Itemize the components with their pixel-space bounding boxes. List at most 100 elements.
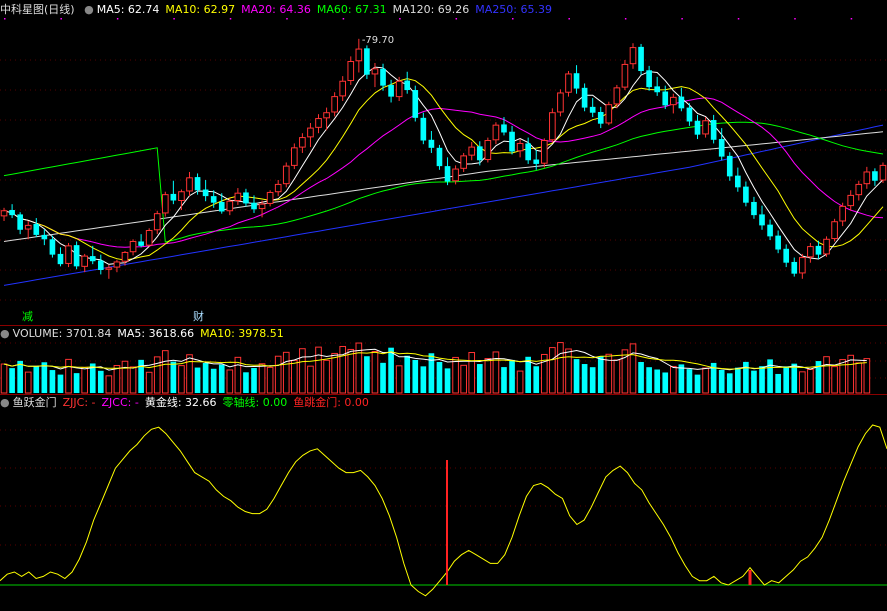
candle-body <box>186 177 193 192</box>
volume-bar <box>331 352 338 394</box>
candle-body <box>380 68 386 86</box>
candle-body <box>815 245 822 255</box>
candle-body <box>855 183 863 196</box>
top-dot <box>4 18 6 20</box>
volume-bar <box>589 367 596 393</box>
volume-bar <box>581 364 588 393</box>
candle-body <box>170 193 177 201</box>
candle-body <box>339 80 347 97</box>
volume-bar <box>145 371 153 394</box>
candle-body <box>605 104 613 124</box>
price-header: 中科星图(日线) ● MA5: 62.74 MA10: 62.97 MA20: 64.… <box>0 3 564 17</box>
high-price-label: -79.70 <box>362 35 394 46</box>
volume-bar <box>258 363 266 394</box>
candle-body <box>540 140 548 164</box>
top-dot <box>60 18 62 20</box>
volume-bar <box>468 352 476 394</box>
candle-body <box>549 112 556 141</box>
top-dot <box>455 18 458 20</box>
candle-body <box>371 68 379 75</box>
panel-settings-icon[interactable]: ● <box>0 327 10 340</box>
separator-volume-indicator <box>0 394 887 395</box>
top-dot <box>399 18 401 20</box>
volume-bar <box>549 347 556 394</box>
volume-bar <box>17 360 23 393</box>
chart-canvas[interactable]: -79.70 减 财 <box>0 0 887 611</box>
candle-body <box>775 235 781 250</box>
volume-bar <box>807 369 814 394</box>
candle-body <box>638 46 644 72</box>
candle-body <box>799 257 806 274</box>
volume-bar <box>436 361 443 393</box>
volume-bar <box>718 369 725 393</box>
volume-label-0: VOLUME: 3701.84 <box>12 327 112 340</box>
volume-bar <box>251 368 257 393</box>
candle-body <box>41 234 48 240</box>
volume-bar <box>452 356 459 394</box>
volume-bar <box>743 361 749 393</box>
volume-bar <box>565 348 572 394</box>
volume-bar <box>686 369 693 393</box>
volume-bar <box>73 373 80 393</box>
candle-body <box>364 48 370 75</box>
volume-bar <box>299 348 306 394</box>
candle-body <box>291 147 298 166</box>
candle-body <box>161 194 169 214</box>
volume-bar <box>371 350 379 394</box>
panel-settings-icon[interactable]: ● <box>0 396 10 409</box>
candle-body <box>613 87 621 105</box>
candle-body <box>476 146 483 161</box>
top-dot <box>229 18 232 20</box>
panel-settings-icon[interactable]: ● <box>84 3 94 16</box>
candle-body <box>831 221 838 240</box>
candle-body <box>501 124 507 133</box>
candle-body <box>138 241 144 246</box>
candle-body <box>81 255 88 267</box>
volume-bar <box>428 353 435 393</box>
candle-body <box>509 131 515 152</box>
candle-body <box>388 84 394 97</box>
volume-bar <box>129 366 137 394</box>
candle-body <box>243 192 249 204</box>
top-dot <box>173 18 175 20</box>
volume-bar <box>9 368 15 393</box>
volume-bar <box>629 343 637 394</box>
candle-body <box>654 86 661 93</box>
candle-body <box>718 139 725 157</box>
candle-body <box>678 96 685 109</box>
candle-body <box>202 189 209 197</box>
candle-body <box>525 143 531 161</box>
candle-body <box>73 245 80 267</box>
candle-body <box>97 260 104 271</box>
candle-body <box>791 261 798 274</box>
volume-label-1: MA5: 3618.66 <box>117 327 195 340</box>
volume-bar <box>654 369 661 393</box>
candle-body <box>17 214 23 230</box>
volume-bar <box>404 355 411 393</box>
candle-body <box>702 120 709 135</box>
candle-body <box>145 230 153 246</box>
candle-body <box>646 70 652 88</box>
candle-body <box>178 191 185 202</box>
ma10-line <box>3 78 884 261</box>
candle-body <box>759 214 765 226</box>
volume-bar <box>274 355 282 394</box>
volume-bar <box>57 374 64 393</box>
ma-label-0: MA5: 62.74 <box>96 3 160 16</box>
candle-body <box>460 155 467 169</box>
volume-bar <box>444 368 451 393</box>
volume-bar <box>476 364 483 393</box>
volume-bar <box>767 359 773 393</box>
candle-body <box>879 164 887 181</box>
volume-bar <box>509 359 515 393</box>
candle-body <box>807 246 814 258</box>
candle-body <box>662 91 669 106</box>
candle-body <box>492 124 500 141</box>
volume-bar <box>24 371 32 394</box>
volume-bar <box>791 363 798 393</box>
volume-bar <box>49 370 56 393</box>
indicator-label-0: 鱼跃金门 <box>12 396 57 409</box>
candle-body <box>307 127 314 138</box>
candle-body <box>573 73 580 89</box>
volume-bar <box>412 359 419 393</box>
